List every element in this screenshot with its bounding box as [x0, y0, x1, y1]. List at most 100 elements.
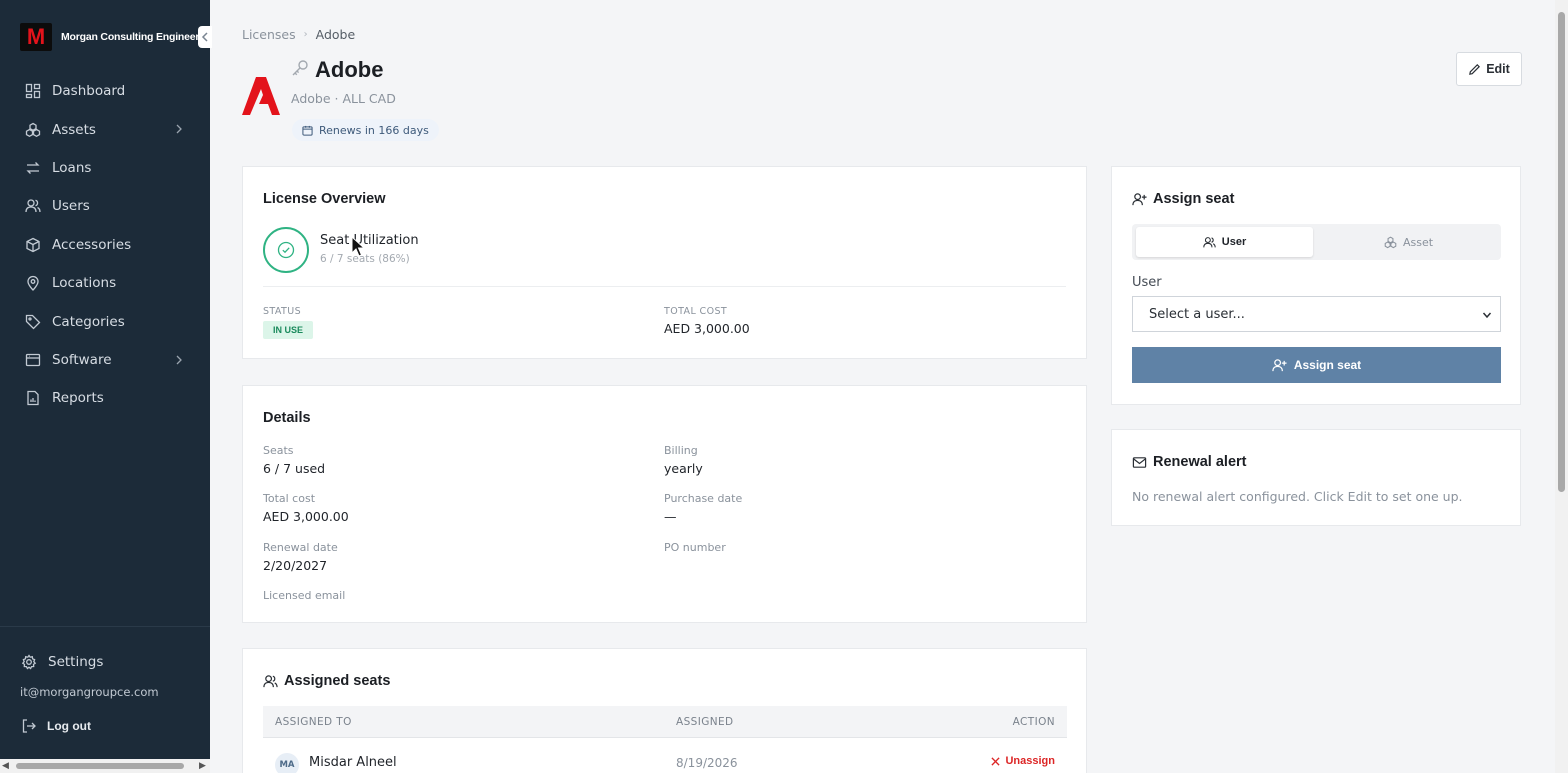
vertical-scrollbar-thumb[interactable] — [1558, 12, 1565, 492]
sidebar-item-label: Reports — [52, 390, 104, 407]
logout-button[interactable]: Log out — [20, 717, 91, 735]
renewal-badge-text: Renews in 166 days — [319, 123, 429, 137]
sidebar-horizontal-scrollbar[interactable]: ◀ ▶ — [0, 759, 210, 773]
column-header-action: ACTION — [1012, 716, 1055, 728]
total-cost-label: TOTAL COST — [664, 306, 728, 317]
license-overview-card: License Overview Seat Utilization 6 / 7 … — [242, 166, 1087, 359]
assign-target-toggle: User Asset — [1132, 224, 1501, 260]
close-icon — [991, 756, 1001, 766]
avatar: MA — [275, 753, 299, 773]
edit-button[interactable]: Edit — [1456, 52, 1522, 86]
table-header: ASSIGNED TO ASSIGNED ACTION — [263, 706, 1067, 738]
unassign-label: Unassign — [1005, 755, 1055, 767]
seat-utilization-ring — [263, 227, 309, 273]
sidebar-item-label: Categories — [52, 313, 125, 330]
billing-value: yearly — [664, 461, 703, 476]
report-icon — [24, 389, 42, 407]
licensed-email-label: Licensed email — [263, 589, 346, 602]
brand[interactable]: M Morgan Consulting Engineers — [20, 23, 205, 51]
po-number-label: PO number — [664, 541, 726, 554]
users-icon — [1203, 236, 1216, 249]
sidebar-footer: Settings it@morgangroupce.com Log out — [0, 626, 210, 733]
sidebar-item-locations[interactable]: Locations — [0, 264, 210, 302]
assigned-seats-title: Assigned seats — [263, 673, 390, 689]
total-cost-label: Total cost — [263, 492, 316, 505]
sidebar-item-categories[interactable]: Categories — [0, 302, 210, 340]
assets-icon — [1384, 236, 1397, 249]
adobe-logo — [242, 77, 280, 115]
sidebar-item-users[interactable]: Users — [0, 187, 210, 225]
mail-icon — [1132, 455, 1147, 470]
renewal-badge: Renews in 166 days — [292, 119, 439, 141]
sidebar-item-reports[interactable]: Reports — [0, 379, 210, 417]
user-field-label: User — [1132, 275, 1162, 290]
assets-icon — [24, 121, 42, 139]
sidebar-item-software[interactable]: Software — [0, 341, 210, 379]
scroll-left-icon[interactable]: ◀ — [2, 761, 9, 771]
purchase-date-value: — — [664, 509, 677, 524]
column-header-assigned-to[interactable]: ASSIGNED TO — [275, 716, 352, 728]
map-pin-icon — [24, 274, 42, 292]
scroll-right-icon[interactable]: ▶ — [199, 761, 206, 771]
user-select[interactable]: Select a user... — [1132, 296, 1501, 332]
page-title: Adobe — [315, 57, 384, 82]
assigned-date: 8/19/2026 — [676, 756, 738, 770]
breadcrumb: Licenses › Adobe — [242, 27, 355, 42]
sidebar-item-label: Accessories — [52, 236, 132, 253]
license-overview-title: License Overview — [263, 191, 386, 207]
unassign-button[interactable]: Unassign — [991, 755, 1055, 767]
user-plus-icon — [1272, 358, 1287, 373]
user-email: it@morgangroupce.com — [20, 685, 159, 699]
seat-utilization-label: Seat Utilization — [320, 233, 419, 248]
table-row: MA Misdar Alneel 8/19/2026 Unassign — [263, 738, 1067, 773]
renewal-alert-title: Renewal alert — [1132, 454, 1247, 470]
sidebar-item-loans[interactable]: Loans — [0, 149, 210, 187]
chevron-right-icon — [172, 122, 186, 136]
sidebar: M Morgan Consulting Engineers Dashboard … — [0, 0, 212, 773]
details-card: Details Seats 6 / 7 used Billing yearly … — [242, 385, 1087, 623]
settings-label: Settings — [48, 654, 104, 670]
chevron-right-icon: › — [303, 29, 308, 40]
breadcrumb-licenses[interactable]: Licenses — [242, 27, 296, 42]
brand-logo: M — [20, 23, 52, 51]
renewal-alert-message: No renewal alert configured. Click Edit … — [1132, 489, 1463, 504]
assign-seat-card: Assign seat User Asset User Select a use… — [1111, 166, 1521, 405]
column-header-assigned[interactable]: ASSIGNED — [676, 716, 734, 728]
renewal-alert-card: Renewal alert No renewal alert configure… — [1111, 429, 1521, 526]
main-content: Licenses › Adobe Adobe Adobe · ALL CAD R… — [210, 0, 1555, 773]
sidebar-nav: Dashboard Assets Loans Users Accessories… — [0, 72, 210, 418]
tab-user[interactable]: User — [1136, 227, 1313, 257]
assign-seat-title-text: Assign seat — [1153, 191, 1235, 207]
tab-user-label: User — [1221, 236, 1247, 248]
vertical-scrollbar[interactable] — [1555, 0, 1568, 773]
status-label: STATUS — [263, 306, 302, 317]
tab-asset[interactable]: Asset — [1320, 227, 1497, 257]
sidebar-item-dashboard[interactable]: Dashboard — [0, 72, 210, 110]
sidebar-item-label: Loans — [52, 159, 92, 176]
chevron-right-icon — [172, 353, 186, 367]
page-subtitle: Adobe · ALL CAD — [291, 91, 396, 106]
user-plus-icon — [1132, 192, 1147, 207]
seats-label: Seats — [263, 444, 294, 457]
assign-seat-button[interactable]: Assign seat — [1132, 347, 1501, 383]
chevron-left-icon — [201, 32, 208, 42]
logout-icon — [20, 717, 38, 735]
brand-name: Morgan Consulting Engineers — [61, 31, 205, 43]
dashboard-icon — [24, 82, 42, 100]
sidebar-item-assets[interactable]: Assets — [0, 110, 210, 148]
renewal-date-label: Renewal date — [263, 541, 338, 554]
users-icon — [263, 674, 278, 689]
logout-label: Log out — [47, 719, 91, 733]
tag-icon — [24, 313, 42, 331]
sidebar-item-accessories[interactable]: Accessories — [0, 226, 210, 264]
settings-link[interactable]: Settings — [20, 653, 103, 671]
total-cost-value: AED 3,000.00 — [664, 321, 750, 336]
assigned-seats-title-text: Assigned seats — [284, 673, 391, 689]
pencil-icon — [1468, 63, 1481, 76]
sidebar-item-label: Users — [52, 198, 90, 215]
breadcrumb-current: Adobe — [315, 27, 356, 42]
chevron-down-icon — [1482, 309, 1492, 324]
status-badge: IN USE — [263, 321, 314, 339]
assign-seat-title: Assign seat — [1132, 191, 1234, 207]
horizontal-scrollbar-thumb[interactable] — [16, 763, 184, 769]
